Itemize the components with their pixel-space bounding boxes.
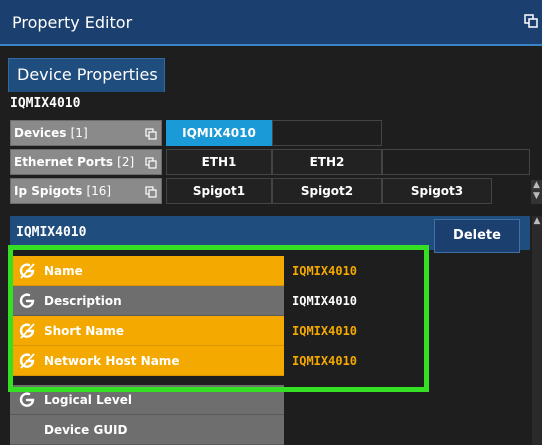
scroll-up-arrow[interactable]: ▲ [532,216,542,226]
section-device-name: IQMIX4010 [16,225,87,240]
property-value[interactable]: IQMIX4010 [284,346,420,376]
link-icon[interactable] [18,391,36,409]
property-value[interactable] [284,385,420,415]
property-label-text: Device GUID [44,423,128,437]
property-row-short-name[interactable]: Short Name IQMIX4010 [10,316,420,346]
devices-label: Devices [14,126,67,140]
property-label: Description [10,286,284,316]
undock-icon[interactable] [524,14,538,28]
broken-link-icon[interactable] [18,352,36,370]
ethernet-chip-eth2[interactable]: ETH2 [272,149,382,175]
link-icon[interactable] [18,292,36,310]
select-all-icon[interactable] [145,186,157,198]
property-label: Network Host Name [10,346,284,376]
ethernet-chip-empty [382,149,530,175]
property-row-logical-level[interactable]: Logical Level [10,385,420,415]
property-row-description[interactable]: Description IQMIX4010 [10,286,420,316]
window-title: Property Editor [12,13,133,32]
property-row-network-host-name[interactable]: Network Host Name IQMIX4010 [10,346,420,376]
property-label-text: Description [44,294,122,308]
properties-scrollbar[interactable]: ▲ [532,216,542,445]
ethernet-chip-eth1[interactable]: ETH1 [166,149,272,175]
property-label: Short Name [10,316,284,346]
device-chip-empty [272,120,382,146]
property-label-text: Network Host Name [44,354,180,368]
property-value[interactable]: IQMIX4010 [284,286,420,316]
property-value[interactable]: IQMIX4010 [284,316,420,346]
spigots-count: [16] [86,184,112,198]
ethernet-row-label: Ethernet Ports [2] [10,149,162,175]
spigot-chip-1[interactable]: Spigot1 [166,178,272,204]
property-label-text: Logical Level [44,393,132,407]
tab-device-properties[interactable]: Device Properties [8,58,165,92]
device-name-heading: IQMIX4010 [10,96,81,111]
delete-button[interactable]: Delete [434,219,520,253]
tab-strip: Device Properties [0,46,542,92]
property-label: Name [10,256,284,286]
spigot-chip-3[interactable]: Spigot3 [382,178,492,204]
select-all-icon[interactable] [145,128,157,140]
property-row-name[interactable]: Name IQMIX4010 [10,256,420,286]
spigot-scroll-arrows[interactable]: ▲ ▼ [531,180,542,204]
property-label: Logical Level [10,385,284,415]
devices-row-label: Devices [1] [10,120,162,146]
devices-count: [1] [70,126,88,140]
select-all-icon[interactable] [145,157,157,169]
property-label-text: Short Name [44,324,125,338]
property-row-device-guid[interactable]: Device GUID [10,415,420,445]
device-chip-iqmix4010[interactable]: IQMIX4010 [166,120,272,146]
property-value[interactable]: IQMIX4010 [284,256,420,286]
broken-link-icon[interactable] [18,262,36,280]
property-label: Device GUID [10,415,284,445]
title-bar: Property Editor [0,0,542,46]
property-value[interactable] [284,415,420,445]
property-label-text: Name [44,264,83,278]
ethernet-label: Ethernet Ports [14,155,113,169]
spigots-row-label: Ip Spigots [16] [10,178,162,204]
spigots-label: Ip Spigots [14,184,83,198]
broken-link-icon[interactable] [18,322,36,340]
ethernet-count: [2] [117,155,135,169]
spigot-chip-2[interactable]: Spigot2 [272,178,382,204]
